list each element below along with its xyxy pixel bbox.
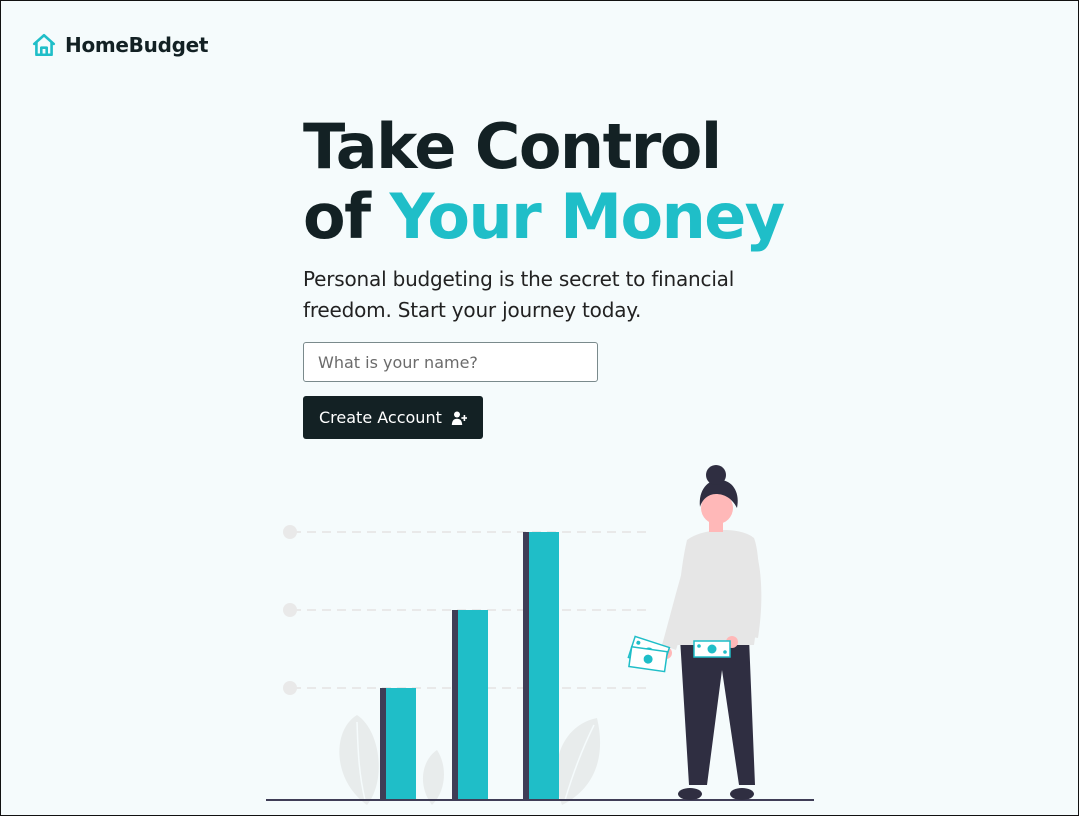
- title-accent: Your Money: [389, 180, 786, 253]
- signup-form: Create Account: [303, 342, 823, 439]
- page-title: Take Control of Your Money: [303, 112, 823, 252]
- guide-dots: [283, 525, 297, 695]
- create-account-button[interactable]: Create Account: [303, 396, 483, 439]
- woman-with-bar-chart-illustration: [266, 465, 814, 805]
- create-account-label: Create Account: [319, 408, 442, 427]
- home-link[interactable]: HomeBudget: [31, 32, 208, 58]
- hero-subtitle: Personal budgeting is the secret to fina…: [303, 267, 735, 322]
- title-line-1: Take Control: [303, 110, 722, 183]
- money-bill-right: [693, 640, 731, 658]
- hero-section: Take Control of Your Money Personal budg…: [303, 112, 823, 439]
- title-of: of: [303, 180, 371, 253]
- brand-name: HomeBudget: [65, 33, 209, 57]
- bar-3: [523, 532, 559, 800]
- money-bill-left-2: [628, 645, 669, 673]
- user-plus-icon: [451, 411, 467, 425]
- woman-figure: [660, 465, 762, 800]
- house-icon: [32, 33, 56, 57]
- name-input[interactable]: [303, 342, 598, 382]
- bar-1: [380, 688, 416, 800]
- bar-2: [452, 610, 488, 800]
